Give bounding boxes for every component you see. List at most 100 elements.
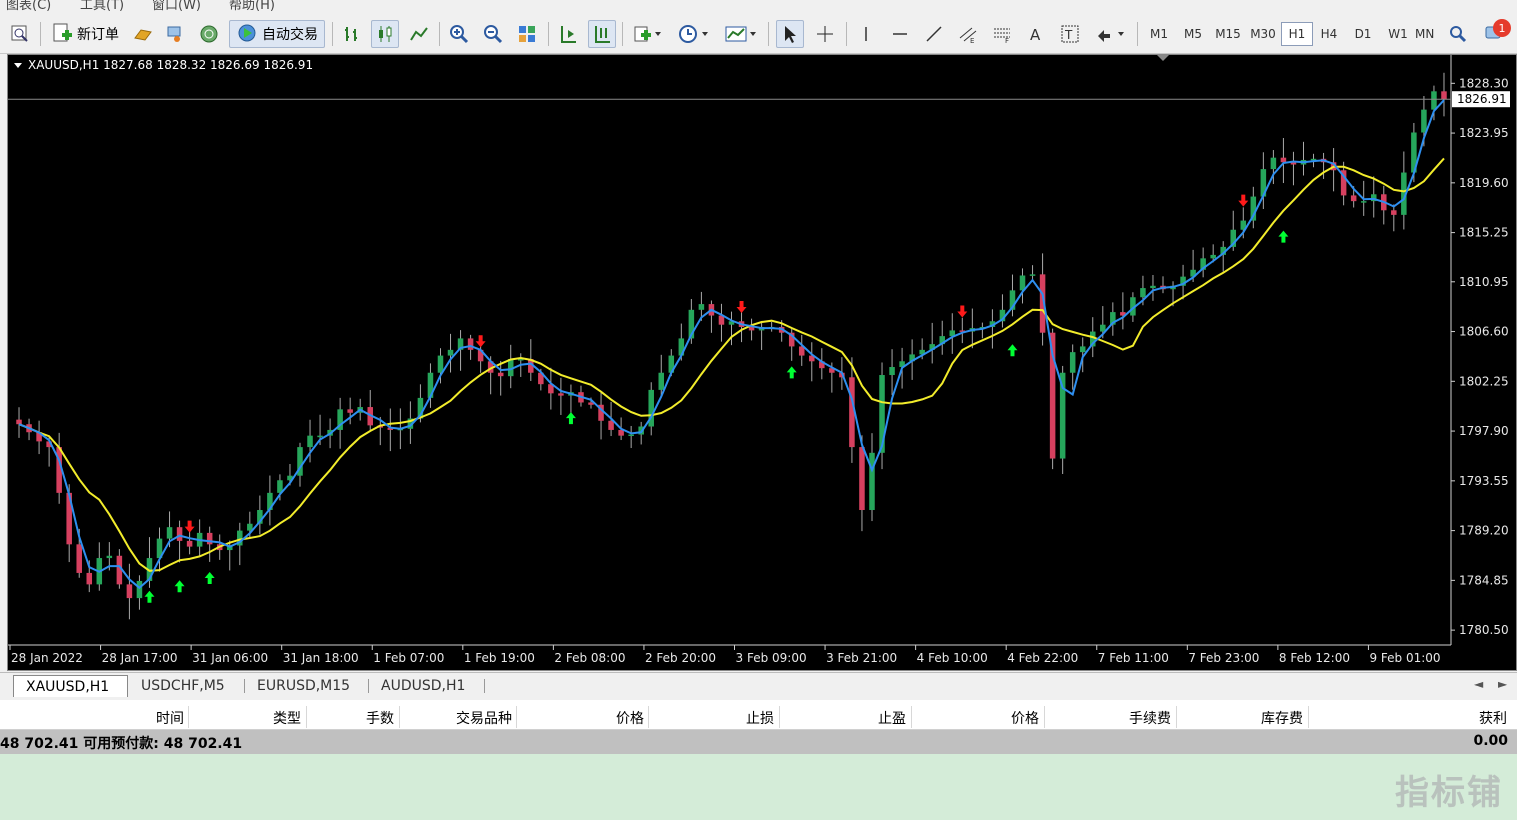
col-lots[interactable]: 手数 <box>366 708 394 728</box>
templates-dropdown-icon[interactable] <box>720 20 762 48</box>
menu-chart[interactable]: 图表(C) <box>6 0 51 13</box>
candle-body <box>437 355 444 373</box>
price-tick-label: 1784.85 <box>1459 573 1509 587</box>
time-tick-label: 3 Feb 09:00 <box>736 651 807 665</box>
time-tick-label: 1 Feb 07:00 <box>373 651 444 665</box>
candle-body <box>859 447 865 511</box>
col-time[interactable]: 时间 <box>156 708 184 728</box>
crosshair-icon[interactable] <box>811 20 839 48</box>
time-tick-label: 9 Feb 01:00 <box>1369 651 1440 665</box>
tab-audusd-h1[interactable]: AUDUSD,H1 <box>369 675 477 697</box>
menu-window[interactable]: 窗口(W) <box>152 0 201 13</box>
menu-help[interactable]: 帮助(H) <box>229 0 275 13</box>
profit-total: 0.00 <box>1473 733 1508 749</box>
timeframe-w1[interactable]: W1 <box>1382 22 1414 46</box>
price-tick-label: 1819.60 <box>1459 176 1509 190</box>
timeframe-mn[interactable]: MN <box>1415 22 1441 46</box>
autoscroll-icon[interactable] <box>588 20 616 48</box>
timeframe-h1[interactable]: H1 <box>1281 22 1313 46</box>
vertical-line-icon[interactable] <box>852 20 880 48</box>
price-tick-label: 1815.25 <box>1459 226 1509 240</box>
timeframe-h4[interactable]: H4 <box>1313 22 1345 46</box>
auto-trading-button[interactable]: 自动交易 <box>229 20 325 48</box>
chart-shift-icon[interactable] <box>554 20 582 48</box>
terminal-empty-area: 指标铺 <box>0 754 1517 820</box>
horizontal-line-icon[interactable] <box>886 20 914 48</box>
cursor-icon[interactable] <box>776 20 804 48</box>
timeframe-m30[interactable]: M30 <box>1246 22 1280 46</box>
zoom-out-icon[interactable] <box>479 20 507 48</box>
timeframe-m1[interactable]: M1 <box>1143 22 1175 46</box>
zoom-in-icon[interactable] <box>445 20 473 48</box>
candle-body <box>176 527 183 541</box>
balance-text: 48 702.41 可用预付款: 48 702.41 <box>0 736 243 752</box>
col-profit[interactable]: 获利 <box>1479 708 1507 728</box>
candle-body <box>467 338 474 350</box>
col-type[interactable]: 类型 <box>273 708 301 728</box>
candle-body <box>658 372 665 390</box>
chart-properties-icon[interactable] <box>6 20 34 48</box>
price-tick-label: 1823.95 <box>1459 126 1509 140</box>
market-radar-icon[interactable] <box>196 20 222 48</box>
candle-body <box>1210 254 1216 259</box>
tab-eurusd-m15[interactable]: EURUSD,M15 <box>245 675 362 697</box>
time-tick-label: 2 Feb 20:00 <box>645 651 716 665</box>
text-icon[interactable]: A <box>1022 20 1050 48</box>
time-tick-label: 8 Feb 12:00 <box>1279 651 1350 665</box>
candle-body <box>1150 285 1156 289</box>
price-tick-label: 1802.25 <box>1459 374 1509 388</box>
text-label-icon[interactable]: T <box>1056 20 1084 48</box>
auto-trading-label: 自动交易 <box>262 27 318 43</box>
fibonacci-icon[interactable]: F <box>988 20 1016 48</box>
candle-body <box>447 349 454 356</box>
candle-body <box>869 452 875 511</box>
candle-body <box>307 435 313 448</box>
candle-body <box>558 393 564 396</box>
bar-chart-icon[interactable] <box>338 20 366 48</box>
notification-badge: 1 <box>1493 19 1511 37</box>
timeframe-m15[interactable]: M15 <box>1211 22 1245 46</box>
menu-tools[interactable]: 工具(T) <box>80 0 124 13</box>
price-chart[interactable]: 1828.30 1823.95 1819.60 1815.25 1810.95 1806.… <box>7 54 1517 671</box>
time-tick-label: 28 Jan 2022 <box>11 651 83 665</box>
timeframe-m5[interactable]: M5 <box>1177 22 1209 46</box>
tab-usdchf-m5[interactable]: USDCHF,M5 <box>129 675 237 697</box>
tab-xauusd-h1[interactable]: XAUUSD,H1 <box>13 675 128 697</box>
timeframe-d1[interactable]: D1 <box>1347 22 1379 46</box>
candlestick-chart-icon[interactable] <box>371 20 399 48</box>
candle-body <box>1140 288 1146 298</box>
chart-header-label: XAUUSD,H1 1827.68 1828.32 1826.69 1826.9… <box>28 58 313 72</box>
notifications-button[interactable]: 1 <box>1478 19 1512 48</box>
equidistant-channel-icon[interactable]: E <box>954 20 982 48</box>
watermark-text: 指标铺 <box>1395 773 1503 813</box>
indicators-dropdown-icon[interactable] <box>628 20 666 48</box>
tile-windows-icon[interactable] <box>513 20 541 48</box>
new-order-icon <box>51 22 73 47</box>
trendline-icon[interactable] <box>920 20 948 48</box>
search-icon[interactable] <box>1444 20 1472 48</box>
col-commission[interactable]: 手续费 <box>1129 708 1171 728</box>
time-tick-label: 7 Feb 11:00 <box>1098 651 1169 665</box>
chart-canvas[interactable]: 1828.30 1823.95 1819.60 1815.25 1810.95 1806.… <box>8 55 1516 670</box>
candle-body <box>76 544 82 573</box>
col-symbol[interactable]: 交易品种 <box>456 708 512 728</box>
candle-body <box>1350 195 1357 202</box>
new-order-button[interactable]: 新订单 <box>46 20 124 48</box>
periods-dropdown-icon[interactable] <box>674 20 714 48</box>
tabs-scroll-right-icon[interactable]: ► <box>1498 677 1507 691</box>
line-chart-icon[interactable] <box>405 20 433 48</box>
price-tick-label: 1806.60 <box>1459 325 1509 339</box>
gold-bar-icon[interactable] <box>130 20 156 48</box>
time-tick-label: 2 Feb 08:00 <box>554 651 625 665</box>
col-swap[interactable]: 库存费 <box>1261 708 1303 728</box>
arrows-dropdown-icon[interactable] <box>1090 20 1130 48</box>
candle-body <box>1029 274 1036 276</box>
signals-icon[interactable] <box>162 20 188 48</box>
col-stop-loss[interactable]: 止损 <box>746 708 774 728</box>
col-take-profit[interactable]: 止盈 <box>878 708 906 728</box>
col-price[interactable]: 价格 <box>616 708 644 728</box>
col-current-price[interactable]: 价格 <box>1011 708 1039 728</box>
candle-body <box>1431 91 1437 110</box>
tabs-scroll-left-icon[interactable]: ◄ <box>1474 677 1483 691</box>
balance-row: 48 702.41 可用预付款: 48 702.41 0.00 <box>0 730 1517 754</box>
